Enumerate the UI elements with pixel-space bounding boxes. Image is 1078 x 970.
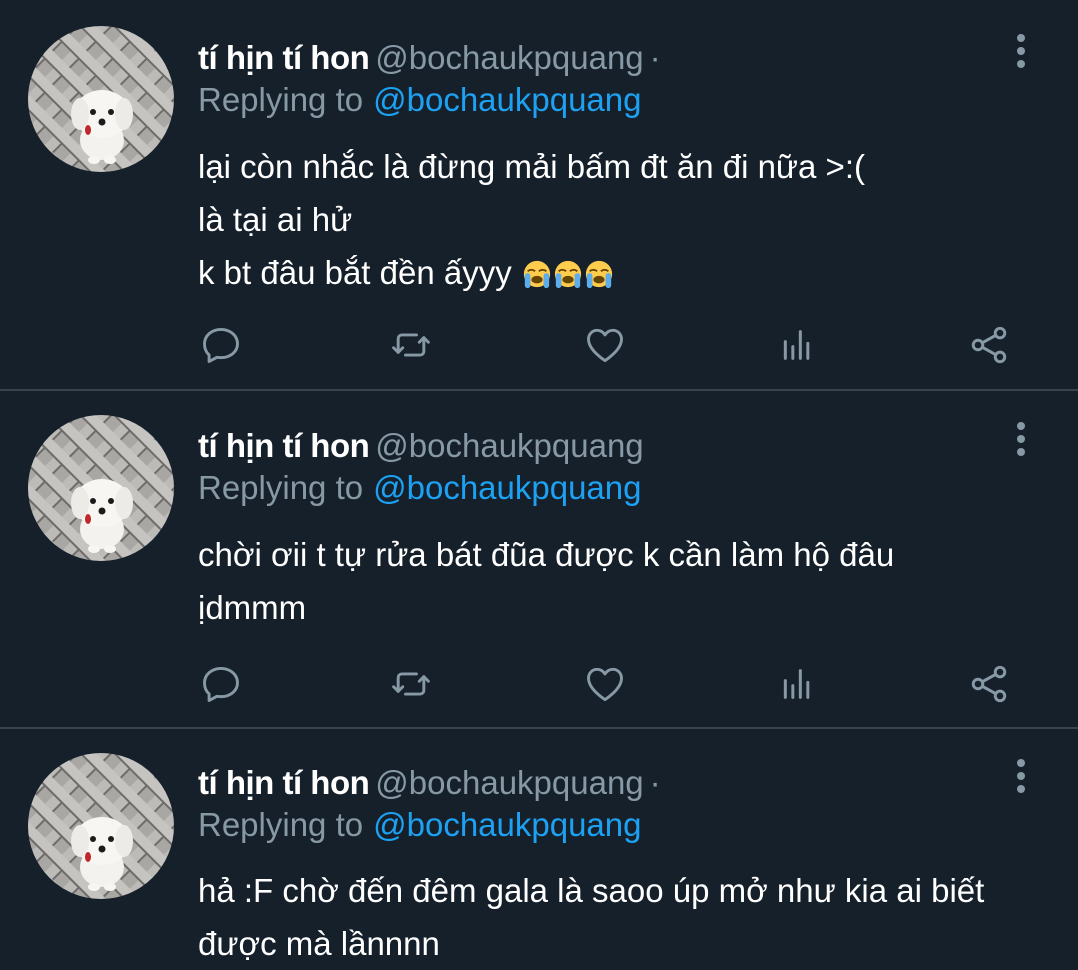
share-icon (971, 665, 1007, 703)
replying-handle-link[interactable]: @bochaukpquang (373, 806, 641, 843)
replying-prefix: Replying to (198, 806, 364, 843)
more-options-button[interactable] (1008, 420, 1034, 460)
share-button[interactable] (964, 320, 1014, 370)
tweet-text-segment: k bt đâu bắt đền ấyyy (198, 254, 512, 291)
replying-to: Replying to @bochaukpquang (198, 805, 642, 845)
display-name[interactable]: tí hịn tí hon (198, 427, 370, 464)
replying-prefix: Replying to (198, 469, 364, 506)
reply-button[interactable] (196, 659, 246, 709)
analytics-button[interactable] (772, 320, 822, 370)
loudly-crying-face-emoji (523, 260, 551, 289)
retweet-button[interactable] (386, 320, 436, 370)
tweet[interactable]: tí hịn tí hon @bochaukpquang · Replying to… (0, 0, 1078, 390)
like-button[interactable] (580, 659, 630, 709)
loudly-crying-face-emoji (554, 260, 582, 289)
replying-prefix: Replying to (198, 81, 364, 118)
tweet-actions (0, 659, 1078, 709)
replying-to: Replying to @bochaukpquang (198, 80, 642, 120)
tweet-text-line: ịdmmm (198, 589, 307, 626)
user-handle[interactable]: @bochaukpquang (375, 427, 643, 464)
user-handle[interactable]: @bochaukpquang (375, 764, 643, 801)
tweet-text-line: là tại ai hử (198, 201, 353, 238)
analytics-icon (783, 330, 810, 360)
avatar[interactable] (28, 753, 174, 899)
more-options-icon (1017, 759, 1025, 793)
analytics-icon (783, 669, 810, 699)
tweet[interactable]: tí hịn tí hon @bochaukpquang Replying to @… (0, 391, 1078, 727)
like-button[interactable] (580, 320, 630, 370)
tweet-actions (0, 320, 1078, 370)
more-options-button[interactable] (1008, 757, 1034, 797)
separator-dot: · (649, 39, 661, 76)
like-icon (587, 328, 623, 363)
share-button[interactable] (964, 659, 1014, 709)
more-options-icon (1017, 34, 1025, 68)
avatar-dog-image (28, 26, 174, 172)
retweet-icon (392, 333, 430, 357)
tweet-text: chời ơii t tự rửa bát đũa được k cần làm… (198, 528, 1048, 634)
tweet-text-line: chời ơii t tự rửa bát đũa được k cần làm… (198, 536, 895, 573)
user-handle[interactable]: @bochaukpquang (375, 39, 643, 76)
analytics-button[interactable] (772, 659, 822, 709)
share-icon (971, 326, 1007, 364)
retweet-icon (392, 672, 430, 696)
more-options-button[interactable] (1008, 32, 1034, 72)
tweet-text: hả :F chờ đến đêm gala là saoo úp mở như… (198, 864, 1048, 970)
display-name[interactable]: tí hịn tí hon (198, 39, 370, 76)
tweet-header: tí hịn tí hon @bochaukpquang · (198, 38, 661, 78)
more-options-icon (1017, 422, 1025, 456)
avatar-dog-image (28, 415, 174, 561)
tweet-text-line: được mà lầnnnn (198, 925, 440, 962)
tweet-text-line: hả :F chờ đến đêm gala là saoo úp mở như… (198, 872, 985, 909)
avatar[interactable] (28, 415, 174, 561)
retweet-button[interactable] (386, 659, 436, 709)
tweet-text: lại còn nhắc là đừng mải bấm đt ăn đi nữ… (198, 140, 1048, 299)
tweet-header: tí hịn tí hon @bochaukpquang · (198, 763, 661, 803)
avatar[interactable] (28, 26, 174, 172)
replying-handle-link[interactable]: @bochaukpquang (373, 81, 641, 118)
reply-icon (203, 327, 239, 363)
tweet[interactable]: tí hịn tí hon @bochaukpquang · Replying to… (0, 729, 1078, 969)
separator-dot: · (649, 764, 661, 801)
tweet-text-line: lại còn nhắc là đừng mải bấm đt ăn đi nữ… (198, 148, 865, 185)
like-icon (587, 667, 623, 702)
avatar-dog-image (28, 753, 174, 899)
loudly-crying-face-emoji (585, 260, 613, 289)
tweet-header: tí hịn tí hon @bochaukpquang (198, 426, 650, 466)
reply-button[interactable] (196, 320, 246, 370)
display-name[interactable]: tí hịn tí hon (198, 764, 370, 801)
replying-handle-link[interactable]: @bochaukpquang (373, 469, 641, 506)
tweet-text-line: k bt đâu bắt đền ấyyy (198, 246, 1048, 299)
replying-to: Replying to @bochaukpquang (198, 468, 642, 508)
reply-icon (203, 666, 239, 702)
